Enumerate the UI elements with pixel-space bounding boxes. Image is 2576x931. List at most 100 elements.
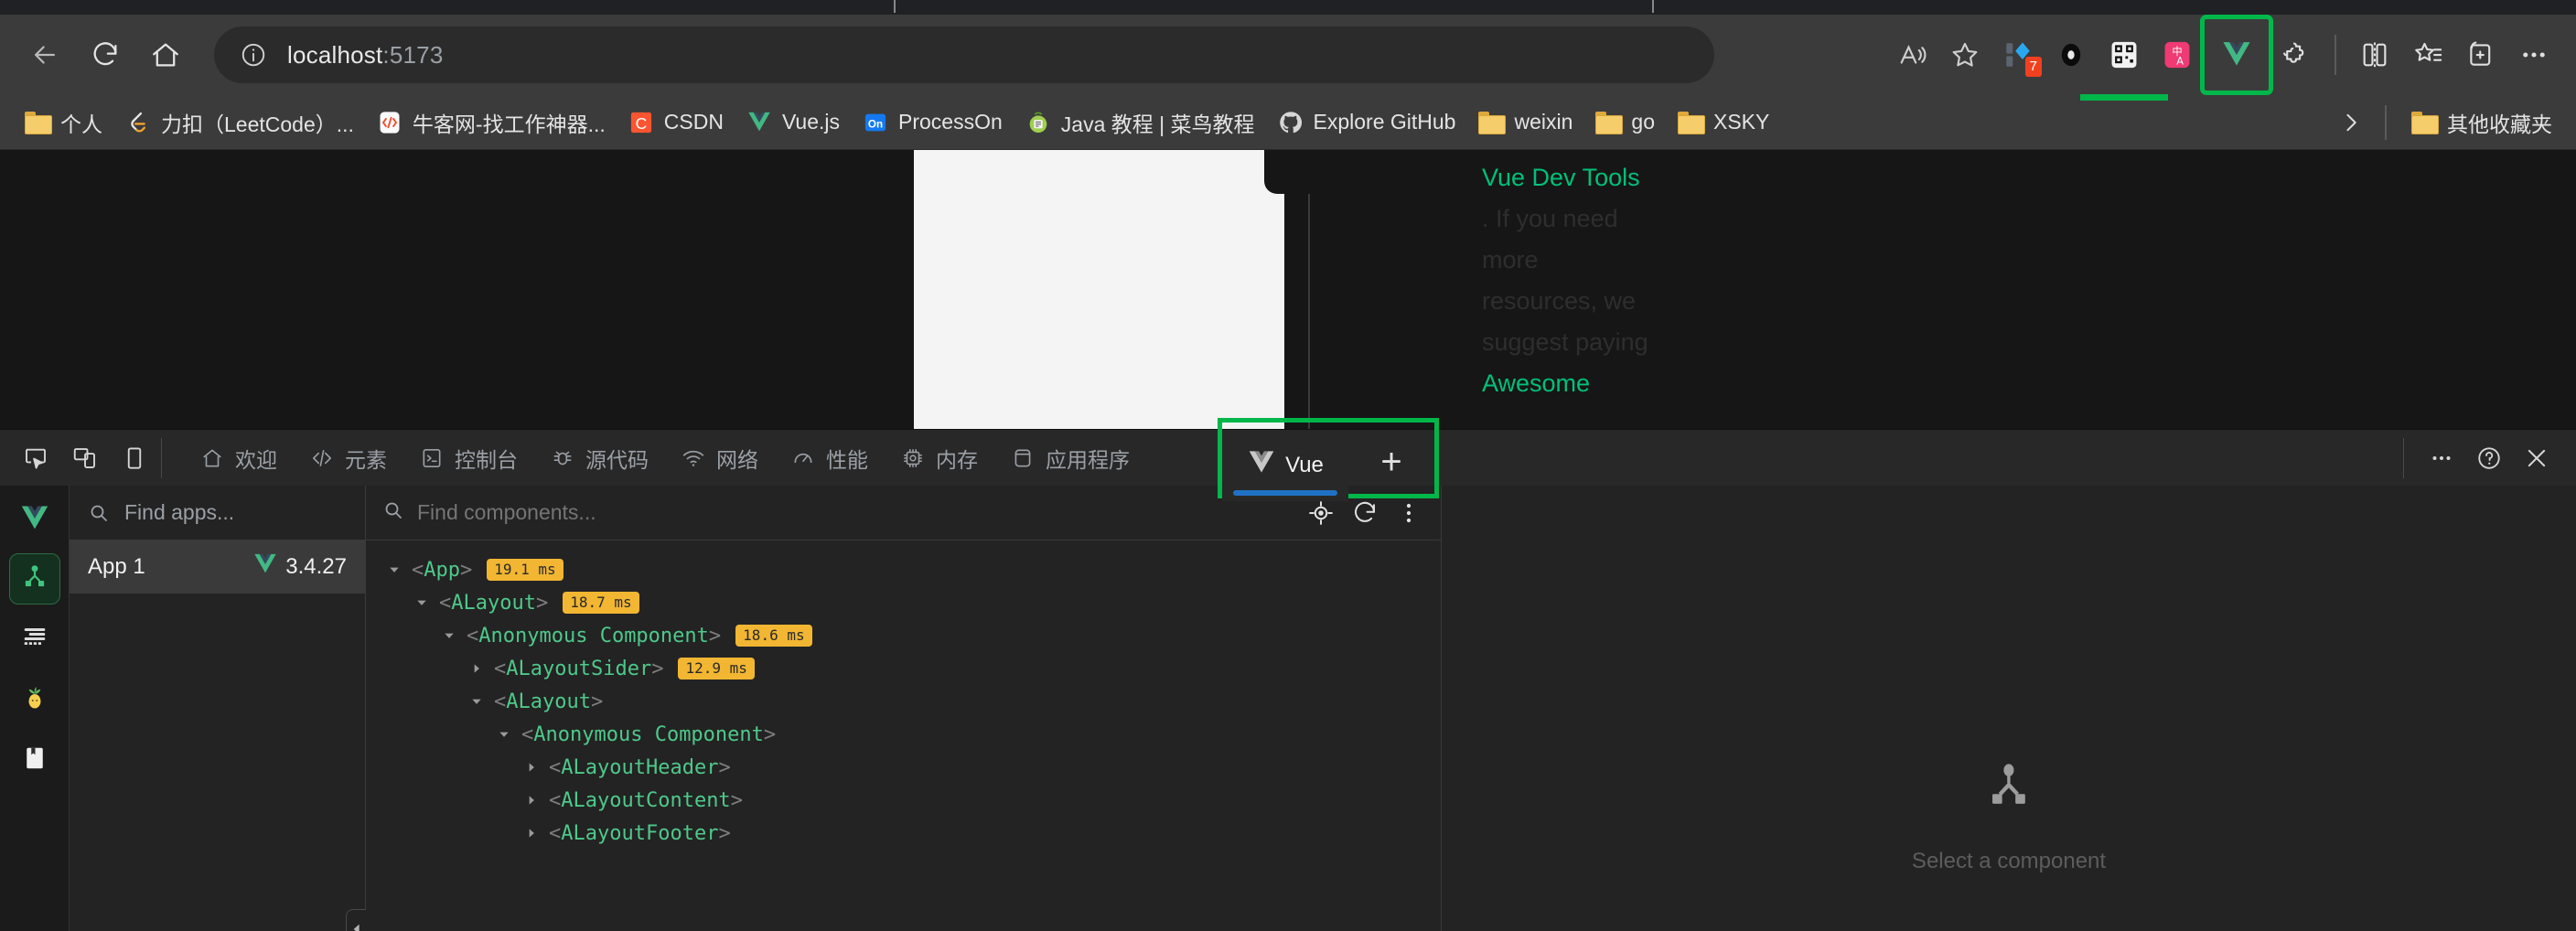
apps-search-input[interactable] [124,500,349,525]
bookmark-label: Explore GitHub [1313,110,1456,134]
device-toolbar-icon[interactable] [62,435,108,481]
tab-elements[interactable]: 元素 [294,430,402,486]
chevron-down-icon[interactable] [439,629,459,642]
more-options-icon[interactable] [2419,435,2464,481]
page-paragraph: Vue Dev Tools . If you need more resourc… [1482,157,1648,404]
chevron-down-icon[interactable] [384,563,404,576]
favorites-list-icon[interactable] [2402,29,2453,80]
rail-item-timeline[interactable] [9,614,60,665]
bookmark-personal[interactable]: 个人 [13,102,113,144]
folder-icon [1677,109,1705,136]
component-tree-node[interactable]: <ALayoutFooter> [384,817,1441,850]
page-vertical-divider [1308,194,1310,429]
tab-memory[interactable]: 内存 [885,430,993,486]
site-info-icon[interactable] [234,36,273,74]
dark-circle-extension-icon[interactable] [2045,29,2097,80]
chevron-right-icon[interactable] [467,662,487,675]
tab-application[interactable]: 应用程序 [994,430,1144,486]
page-link-vue-dev-tools[interactable]: Vue Dev Tools [1482,164,1640,191]
tab-network[interactable]: 网络 [665,430,773,486]
rail-item-components[interactable] [8,553,60,605]
vue-devtools-extension-icon[interactable] [2200,15,2273,95]
sources-bug-icon [549,444,576,472]
component-tree-node[interactable]: <Anonymous Component> [384,718,1441,751]
collections-extension-icon[interactable]: 7 [1992,29,2044,80]
page-white-card [914,150,1284,429]
folder-icon [2410,109,2439,136]
qr-code-extension-icon[interactable] [2098,29,2150,80]
tab-welcome[interactable]: 欢迎 [184,430,292,486]
bookmark-leetcode[interactable]: 力扣（LeetCode）... [113,102,365,144]
component-tree-node[interactable]: <ALayoutHeader> [384,751,1441,784]
chevron-right-icon[interactable] [521,794,542,807]
read-aloud-icon[interactable] [1886,29,1937,80]
chevron-right-icon[interactable] [2330,102,2372,144]
component-tree-node[interactable]: <ALayout> 18.7 ms [384,586,1441,619]
runoob-icon [1025,109,1052,136]
tab-label: Vue [1285,453,1324,477]
tree-controls [1305,498,1424,529]
chevron-down-icon[interactable] [494,728,514,741]
tree-menu-icon[interactable] [1393,498,1424,529]
address-bar-text: localhost:5173 [287,41,444,70]
tab-active-underline [1233,490,1337,496]
extensions-puzzle-icon[interactable] [2270,29,2322,80]
bookmark-weixin[interactable]: weixin [1466,103,1583,142]
chevron-right-icon[interactable] [521,761,542,774]
favorite-star-icon[interactable] [1939,29,1991,80]
back-button[interactable] [16,27,73,83]
bookmark-processon[interactable]: On ProcessOn [851,103,1014,142]
component-tree-node[interactable]: <App> 19.1 ms [384,553,1441,586]
refresh-button[interactable] [77,27,134,83]
component-tree-node[interactable]: <ALayoutSider> 12.9 ms [384,652,1441,685]
bookmark-nowcoder[interactable]: 牛客网-找工作神器... [365,102,617,144]
bookmark-other-folder[interactable]: 其他收藏夹 [2399,102,2563,144]
settings-more-icon[interactable] [2508,29,2560,80]
chevron-down-icon[interactable] [412,596,432,609]
component-tree-icon [20,562,49,596]
component-tag-name: <Anonymous Component> [467,624,722,647]
translate-extension-icon[interactable]: 中A [2152,29,2203,80]
component-tree-node[interactable]: <ALayout> [384,685,1441,718]
bookmark-go[interactable]: go [1583,103,1666,142]
refresh-icon[interactable] [1349,498,1380,529]
bookmark-github[interactable]: Explore GitHub [1266,103,1467,142]
bookmark-runoob[interactable]: Java 教程 | 菜鸟教程 [1014,102,1266,144]
component-tag-name: <Anonymous Component> [521,722,777,746]
tab-sources[interactable]: 源代码 [534,430,663,486]
collapse-sidebar-handle[interactable] [346,909,366,931]
bookmark-vuejs[interactable]: Vue.js [735,103,851,142]
tab-label: 内存 [936,447,978,472]
bookmark-label: 个人 [60,112,102,136]
tab-label: 控制台 [455,447,518,472]
app-version: 3.4.27 [285,554,347,579]
help-icon[interactable] [2466,435,2512,481]
component-detail-pane: Select a component CSDN @NPE~ [1442,486,2576,931]
chevron-right-icon[interactable] [521,827,542,840]
components-search-input[interactable] [417,500,1204,525]
close-devtools-icon[interactable] [2514,435,2560,481]
tab-console[interactable]: 控制台 [403,430,532,486]
rail-item-docs[interactable] [9,734,60,786]
component-tree-node[interactable]: <ALayoutContent> [384,784,1441,817]
tab-performance[interactable]: 性能 [775,430,883,486]
bookmarks-divider [2385,104,2387,140]
app-list-item-app-1[interactable]: App 1 3.4.27 [70,540,365,594]
page-link-awesome[interactable]: Awesome [1482,369,1590,397]
split-screen-icon[interactable] [2349,29,2400,80]
bookmark-csdn[interactable]: C CSDN [617,103,735,142]
panel-layout-icon[interactable] [112,435,157,481]
chevron-down-icon[interactable] [467,695,487,708]
bookmark-xsky[interactable]: XSKY [1666,103,1780,142]
add-panel-button[interactable]: + [1348,430,1434,494]
component-tree-node[interactable]: <Anonymous Component> 18.6 ms [384,619,1441,652]
search-icon [382,499,404,526]
rail-item-pinia[interactable] [9,674,60,725]
collections-add-icon[interactable] [2455,29,2506,80]
address-bar[interactable]: localhost:5173 [214,27,1714,83]
tab-vue[interactable]: Vue [1222,430,1348,501]
home-button[interactable] [137,27,194,83]
home-icon [199,444,226,472]
inspect-element-icon[interactable] [13,435,59,481]
select-component-icon[interactable] [1305,498,1336,529]
